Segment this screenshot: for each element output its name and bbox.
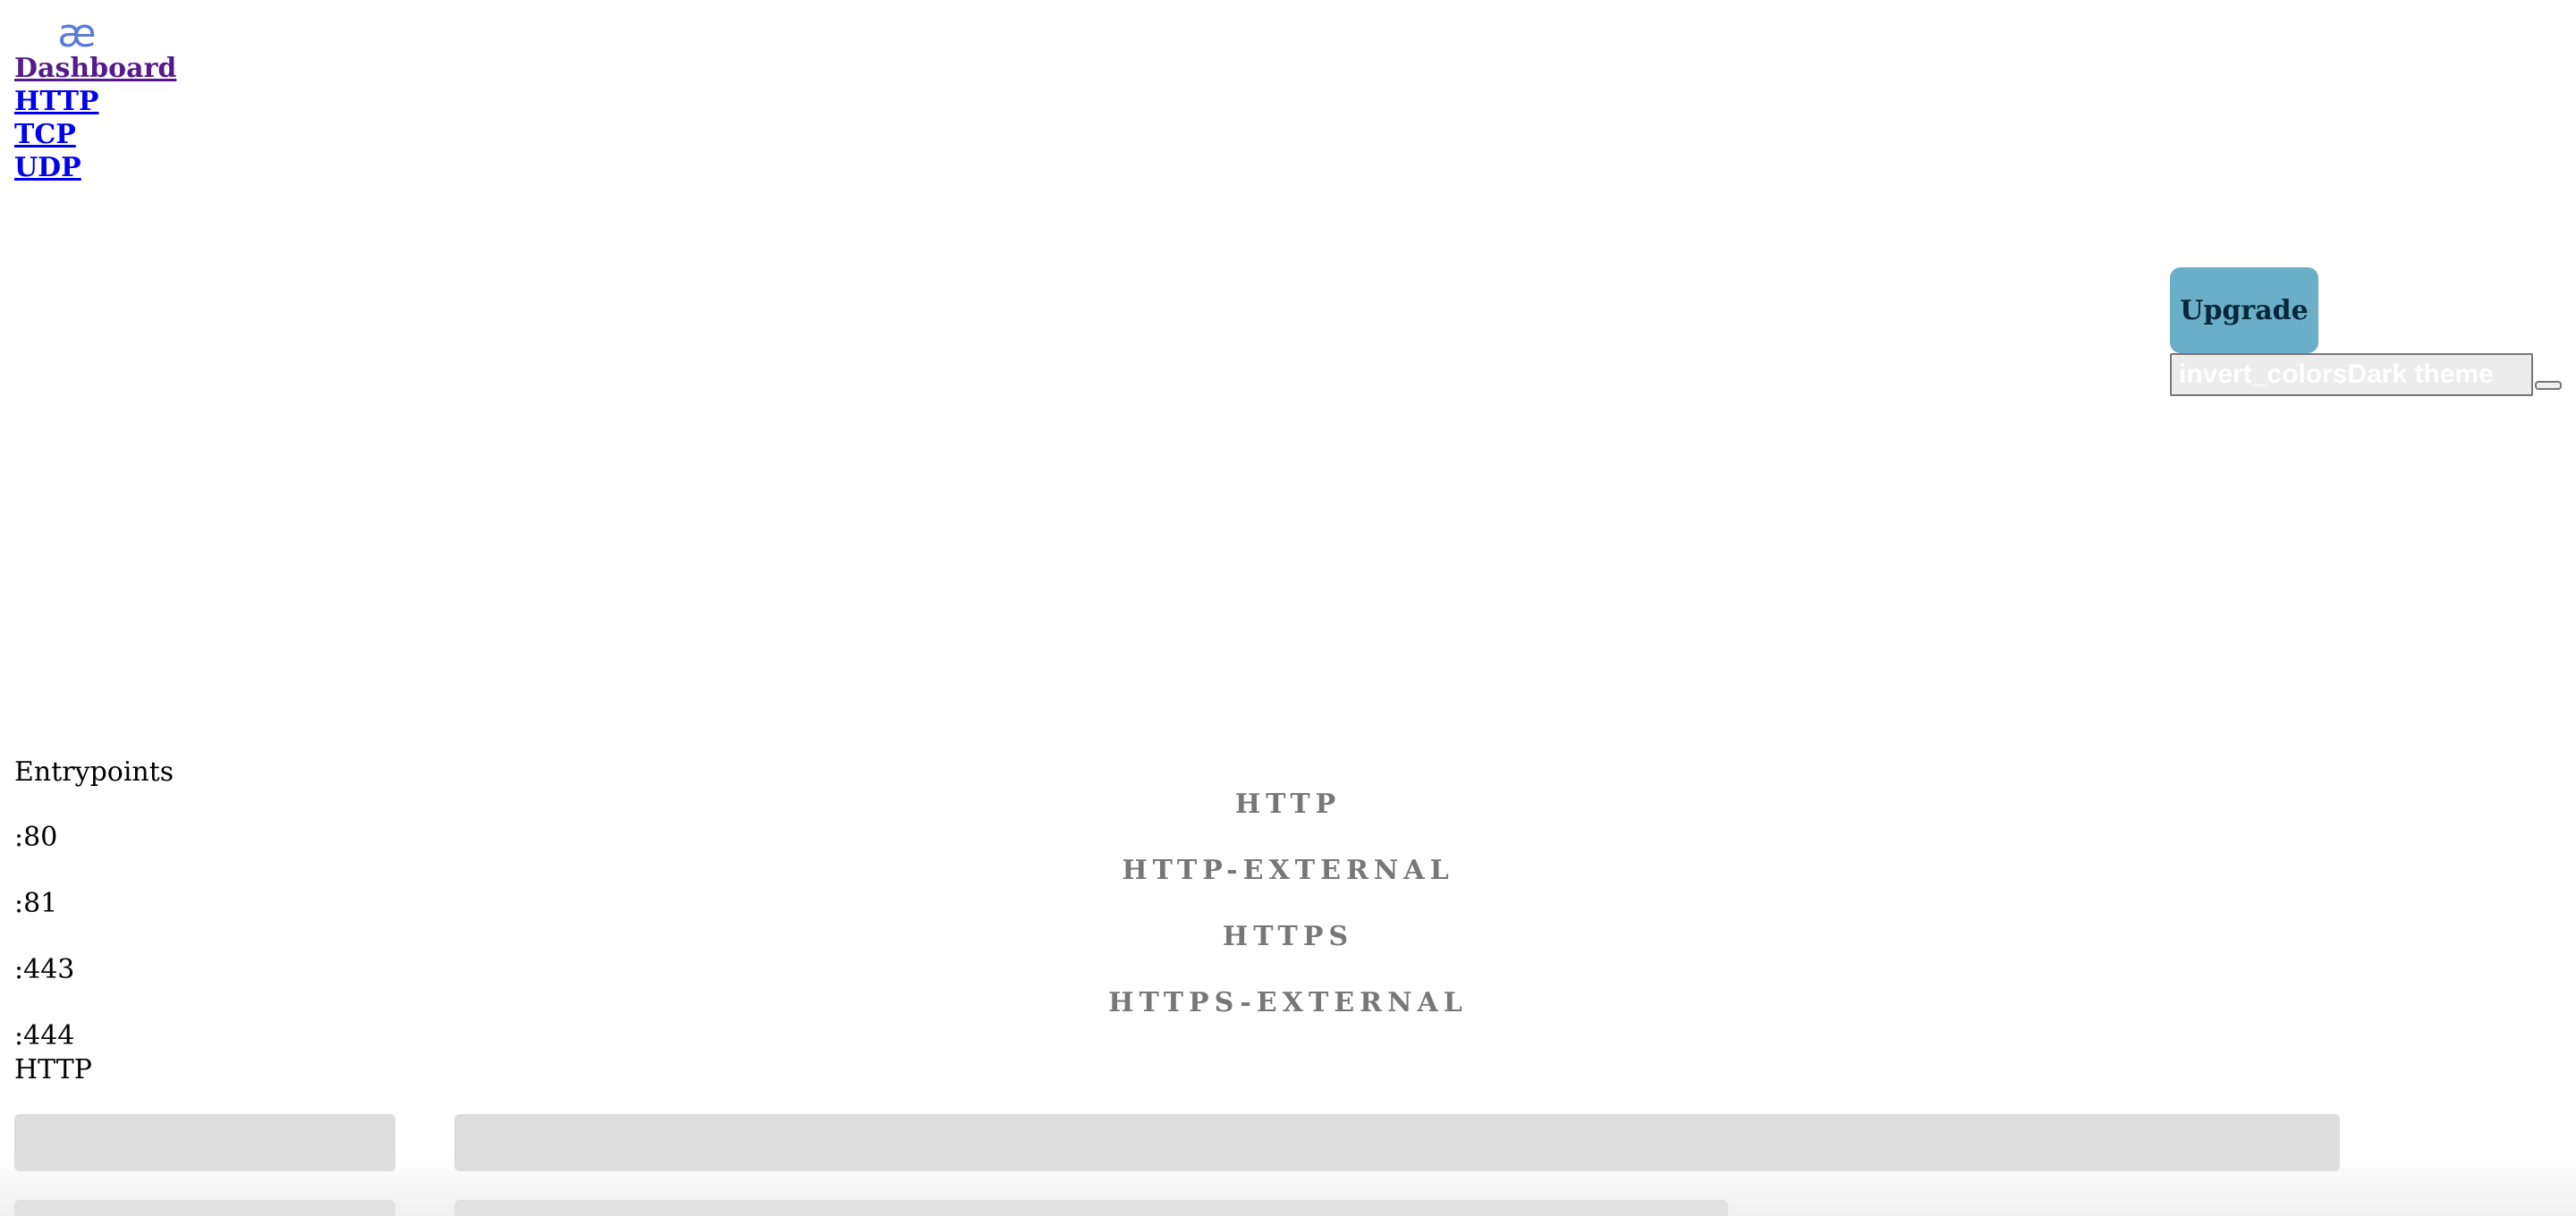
entrypoints-heading: Entrypoints (14, 756, 174, 788)
small-button[interactable] (2535, 381, 2562, 390)
nav-link-http[interactable]: HTTP (14, 85, 176, 118)
skeleton-placeholder (14, 1114, 395, 1171)
upgrade-button[interactable]: Upgrade (2170, 267, 2318, 353)
skeleton-placeholder (454, 1200, 1728, 1216)
entrypoint-name: HTTPS (1222, 921, 1354, 952)
entrypoint-name: HTTP (1234, 789, 1342, 820)
main-nav: Dashboard HTTP TCP UDP (14, 52, 176, 184)
logo[interactable]: æ (52, 14, 102, 54)
entrypoint-name: HTTPS-EXTERNAL (1108, 987, 1468, 1018)
entrypoint-name: HTTP-EXTERNAL (1122, 855, 1454, 886)
skeleton-placeholder (454, 1114, 2340, 1171)
nav-link-dashboard[interactable]: Dashboard (14, 52, 176, 85)
skeleton-placeholder (14, 1200, 395, 1216)
nav-link-tcp[interactable]: TCP (14, 118, 176, 151)
nav-link-udp[interactable]: UDP (14, 151, 176, 184)
dark-theme-toggle[interactable]: invert_colorsDark theme (2170, 353, 2533, 396)
http-section-title: HTTP (14, 1054, 92, 1085)
page: æ Dashboard HTTP TCP UDP Upgrade invert_… (0, 0, 2576, 1216)
entrypoint-names: HTTP HTTP-EXTERNAL HTTPS HTTPS-EXTERNAL (0, 788, 2576, 1056)
